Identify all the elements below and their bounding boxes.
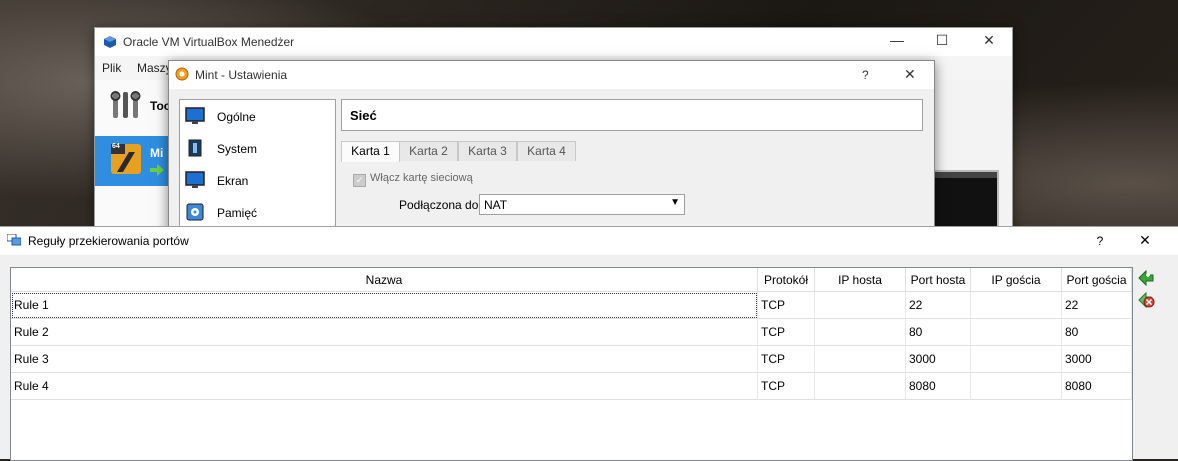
pf-close-button[interactable]: ✕ (1134, 232, 1156, 249)
menu-machine[interactable]: Maszy (137, 61, 172, 75)
host-port-cell[interactable]: 8080 (906, 373, 971, 400)
page-title: Sieć (350, 108, 377, 123)
category-display[interactable]: Ekran (180, 166, 335, 196)
tab-adapter-1[interactable]: Karta 1 (341, 141, 400, 162)
enable-adapter-checkbox[interactable]: ✓ Włącz kartę sieciową (353, 172, 473, 187)
category-label: Ogólne (217, 110, 256, 124)
machine-list: Too 64 Mi (95, 80, 171, 238)
category-label: System (217, 142, 258, 156)
tools-icon (110, 91, 141, 118)
column-header-host-ip[interactable]: IP hosta (815, 268, 906, 292)
guest-port-cell[interactable]: 3000 (1062, 346, 1132, 373)
attached-to-value: NAT (484, 198, 508, 212)
rules-table: Nazwa Protokół IP hosta Port hosta IP go… (10, 267, 1133, 461)
guest-port-cell[interactable]: 80 (1062, 319, 1132, 346)
remove-rule-icon[interactable] (1137, 292, 1155, 308)
host-ip-cell[interactable] (815, 346, 906, 373)
settings-category-list: Ogólne System Ekran Pamięć (179, 99, 336, 241)
pf-title-bar: Reguły przekierowania portów ? ✕ (0, 227, 1178, 255)
disk-icon (186, 203, 204, 221)
gear-icon (175, 67, 189, 81)
maximize-button[interactable]: ☐ (930, 32, 954, 49)
tab-adapter-3[interactable]: Karta 3 (458, 141, 517, 161)
column-header-guest-port[interactable]: Port gościa (1062, 268, 1132, 292)
display-icon (185, 171, 205, 188)
host-port-cell[interactable]: 3000 (906, 346, 971, 373)
minimize-button[interactable]: — (885, 32, 909, 48)
pf-help-button[interactable]: ? (1089, 234, 1111, 248)
settings-help-button[interactable]: ? (862, 68, 869, 82)
table-header: Nazwa Protokół IP hosta Port hosta IP go… (11, 268, 1132, 292)
menu-file[interactable]: Plik (102, 61, 121, 75)
tab-adapter-4[interactable]: Karta 4 (517, 141, 576, 161)
checkbox-checked-icon: ✓ (353, 174, 366, 187)
manager-title: Oracle VM VirtualBox Menedżer (123, 35, 295, 49)
host-ip-cell[interactable] (815, 319, 906, 346)
close-button[interactable]: ✕ (977, 32, 1001, 49)
rule-name-cell[interactable]: Rule 2 (11, 319, 758, 346)
protocol-cell[interactable]: TCP (758, 292, 815, 319)
vm-name-label: Mi (150, 146, 164, 160)
settings-dialog: Mint - Ustawienia ? ✕ Ogólne System Ekra… (168, 60, 935, 242)
table-row[interactable]: Rule 4 TCP 8080 8080 (11, 373, 1132, 400)
vm-preview-thumbnail (933, 170, 999, 230)
protocol-cell[interactable]: TCP (758, 373, 815, 400)
guest-ip-cell[interactable] (971, 373, 1062, 400)
pf-title: Reguły przekierowania portów (28, 234, 189, 248)
guest-port-cell[interactable]: 22 (1062, 292, 1132, 319)
host-ip-cell[interactable] (815, 292, 906, 319)
attached-to-select[interactable]: NAT ▼ (479, 194, 685, 215)
category-label: Ekran (217, 174, 249, 188)
chip-icon (188, 139, 202, 157)
vm-item-mint[interactable]: 64 Mi (95, 136, 171, 186)
running-arrow-icon (150, 164, 164, 176)
protocol-cell[interactable]: TCP (758, 319, 815, 346)
guest-port-cell[interactable]: 8080 (1062, 373, 1132, 400)
table-row[interactable]: Rule 3 TCP 3000 3000 (11, 346, 1132, 373)
rule-name-cell[interactable]: Rule 4 (11, 373, 758, 400)
add-rule-icon[interactable] (1137, 270, 1155, 286)
tools-item[interactable]: Too (95, 80, 171, 132)
category-general[interactable]: Ogólne (180, 102, 335, 132)
host-ip-cell[interactable] (815, 373, 906, 400)
settings-title-bar: Mint - Ustawienia ? ✕ (169, 61, 934, 89)
virtualbox-icon (104, 36, 116, 48)
table-row[interactable]: Rule 1 TCP 22 22 (11, 292, 1132, 319)
rule-name-cell[interactable]: Rule 3 (11, 346, 758, 373)
host-port-cell[interactable]: 80 (906, 319, 971, 346)
column-header-name[interactable]: Nazwa (11, 268, 758, 292)
enable-adapter-label: Włącz kartę sieciową (370, 172, 473, 184)
guest-ip-cell[interactable] (971, 292, 1062, 319)
network-icon (7, 234, 21, 246)
vm-arch-badge: 64 (112, 143, 120, 150)
column-header-protocol[interactable]: Protokół (758, 268, 815, 292)
settings-close-button[interactable]: ✕ (904, 66, 916, 83)
settings-title: Mint - Ustawienia (195, 68, 288, 82)
guest-ip-cell[interactable] (971, 319, 1062, 346)
table-row[interactable]: Rule 2 TCP 80 80 (11, 319, 1132, 346)
category-storage[interactable]: Pamięć (180, 198, 335, 228)
monitor-icon (185, 107, 205, 124)
host-port-cell[interactable]: 22 (906, 292, 971, 319)
chevron-down-icon: ▼ (670, 197, 680, 208)
column-header-host-port[interactable]: Port hosta (906, 268, 971, 292)
rule-name-cell[interactable]: Rule 1 (11, 292, 758, 319)
tab-adapter-2[interactable]: Karta 2 (399, 141, 458, 161)
category-label: Pamięć (217, 206, 258, 220)
manager-title-bar: Oracle VM VirtualBox Menedżer — ☐ ✕ (95, 28, 1012, 56)
settings-page-header: Sieć (341, 99, 923, 131)
guest-ip-cell[interactable] (971, 346, 1062, 373)
category-system[interactable]: System (180, 134, 335, 164)
port-forwarding-dialog: Reguły przekierowania portów ? ✕ Nazwa P… (0, 226, 1178, 461)
protocol-cell[interactable]: TCP (758, 346, 815, 373)
attached-to-label: Podłączona do: (399, 198, 482, 212)
column-header-guest-ip[interactable]: IP gościa (971, 268, 1062, 292)
